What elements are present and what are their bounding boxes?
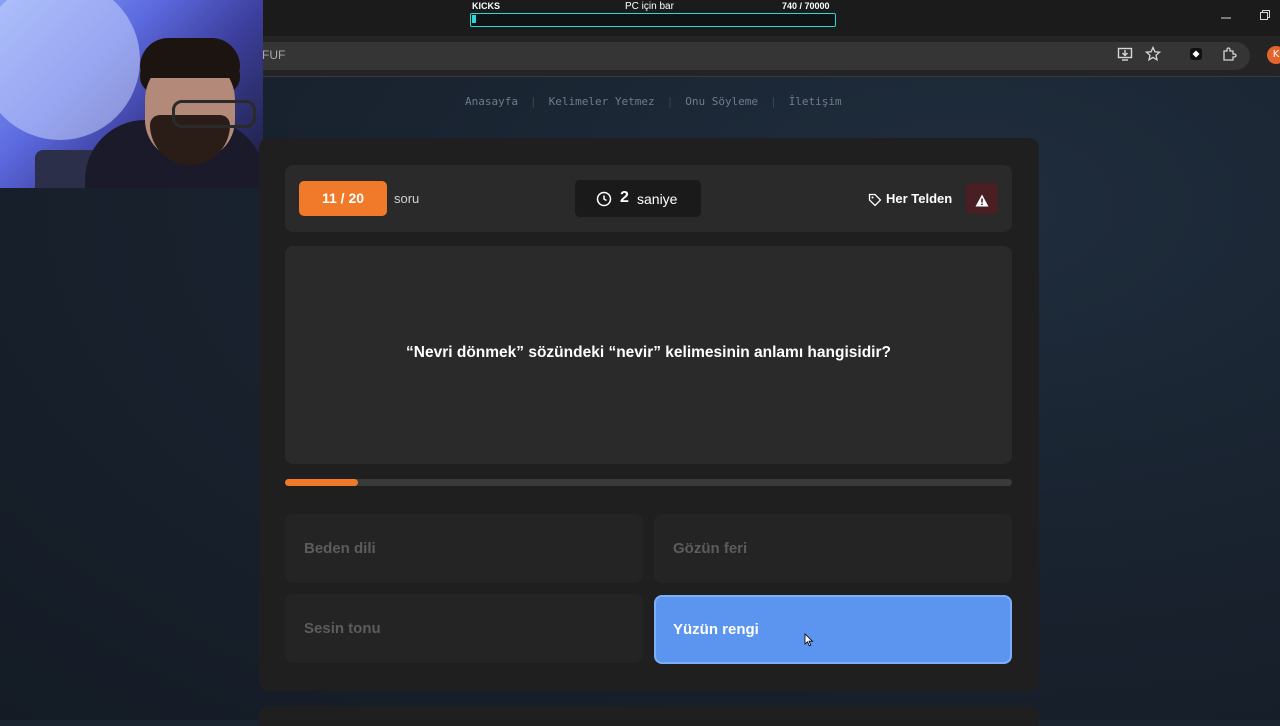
nav-separator: | (529, 95, 537, 108)
next-card (259, 706, 1039, 726)
kicks-bar-title: PC için bar (625, 1, 674, 12)
tag-icon (868, 192, 882, 207)
puzzle-icon[interactable] (1220, 46, 1238, 64)
kicks-count: 740 / 70000 (782, 1, 830, 11)
extension-diamond-icon[interactable] (1187, 46, 1205, 64)
webcam-person-glasses (172, 100, 256, 128)
kicks-label: KICKS (472, 1, 501, 11)
mouse-cursor-icon (804, 632, 814, 647)
nav-item-onu-soyleme[interactable]: Onu Söyleme (685, 95, 758, 108)
nav-item-home[interactable]: Anasayfa (465, 95, 518, 108)
time-progress-track (285, 479, 1012, 486)
timer-unit: saniye (637, 191, 678, 207)
question-counter: 11 / 20 (299, 181, 387, 216)
nav-item-kelimeler-yetmez[interactable]: Kelimeler Yetmez (549, 95, 655, 108)
answer-option-1[interactable]: Beden dili (285, 514, 643, 583)
kicks-progress-fill (472, 15, 476, 23)
question-text: “Nevri dönmek” sözündeki “nevir” kelimes… (406, 344, 891, 361)
answer-option-4-selected[interactable]: Yüzün rengi (654, 595, 1012, 664)
address-bar-text[interactable]: FUF (262, 48, 285, 62)
star-icon[interactable] (1144, 45, 1162, 64)
webcam-overlay (0, 0, 263, 188)
site-nav: Anasayfa | Kelimeler Yetmez | Onu Söylem… (465, 95, 842, 108)
answer-label: Yüzün rengi (673, 621, 759, 638)
profile-avatar[interactable]: K (1267, 46, 1280, 64)
webcam-person-hair-front (140, 38, 240, 78)
address-bar[interactable] (250, 42, 1250, 70)
webcam-light (0, 0, 140, 140)
timer-value: 2 (620, 189, 629, 206)
nav-separator: | (770, 95, 777, 108)
kicks-progress-track (470, 13, 836, 27)
minimize-icon[interactable] (1221, 9, 1231, 23)
answer-option-3[interactable]: Sesin tonu (285, 594, 643, 663)
time-progress-fill (285, 479, 358, 486)
category-label: Her Telden (886, 191, 953, 206)
install-icon[interactable] (1116, 46, 1134, 64)
answer-label: Gözün feri (673, 540, 748, 557)
clock-icon (596, 191, 612, 207)
answer-label: Sesin tonu (304, 620, 381, 637)
nav-item-iletisim[interactable]: İletişim (789, 95, 842, 108)
answer-label: Beden dili (304, 540, 376, 557)
warning-icon[interactable] (975, 192, 989, 207)
restore-icon[interactable] (1260, 9, 1270, 23)
nav-separator: | (666, 95, 674, 108)
question-counter-label: soru (394, 191, 420, 206)
answer-option-2[interactable]: Gözün feri (654, 514, 1012, 583)
